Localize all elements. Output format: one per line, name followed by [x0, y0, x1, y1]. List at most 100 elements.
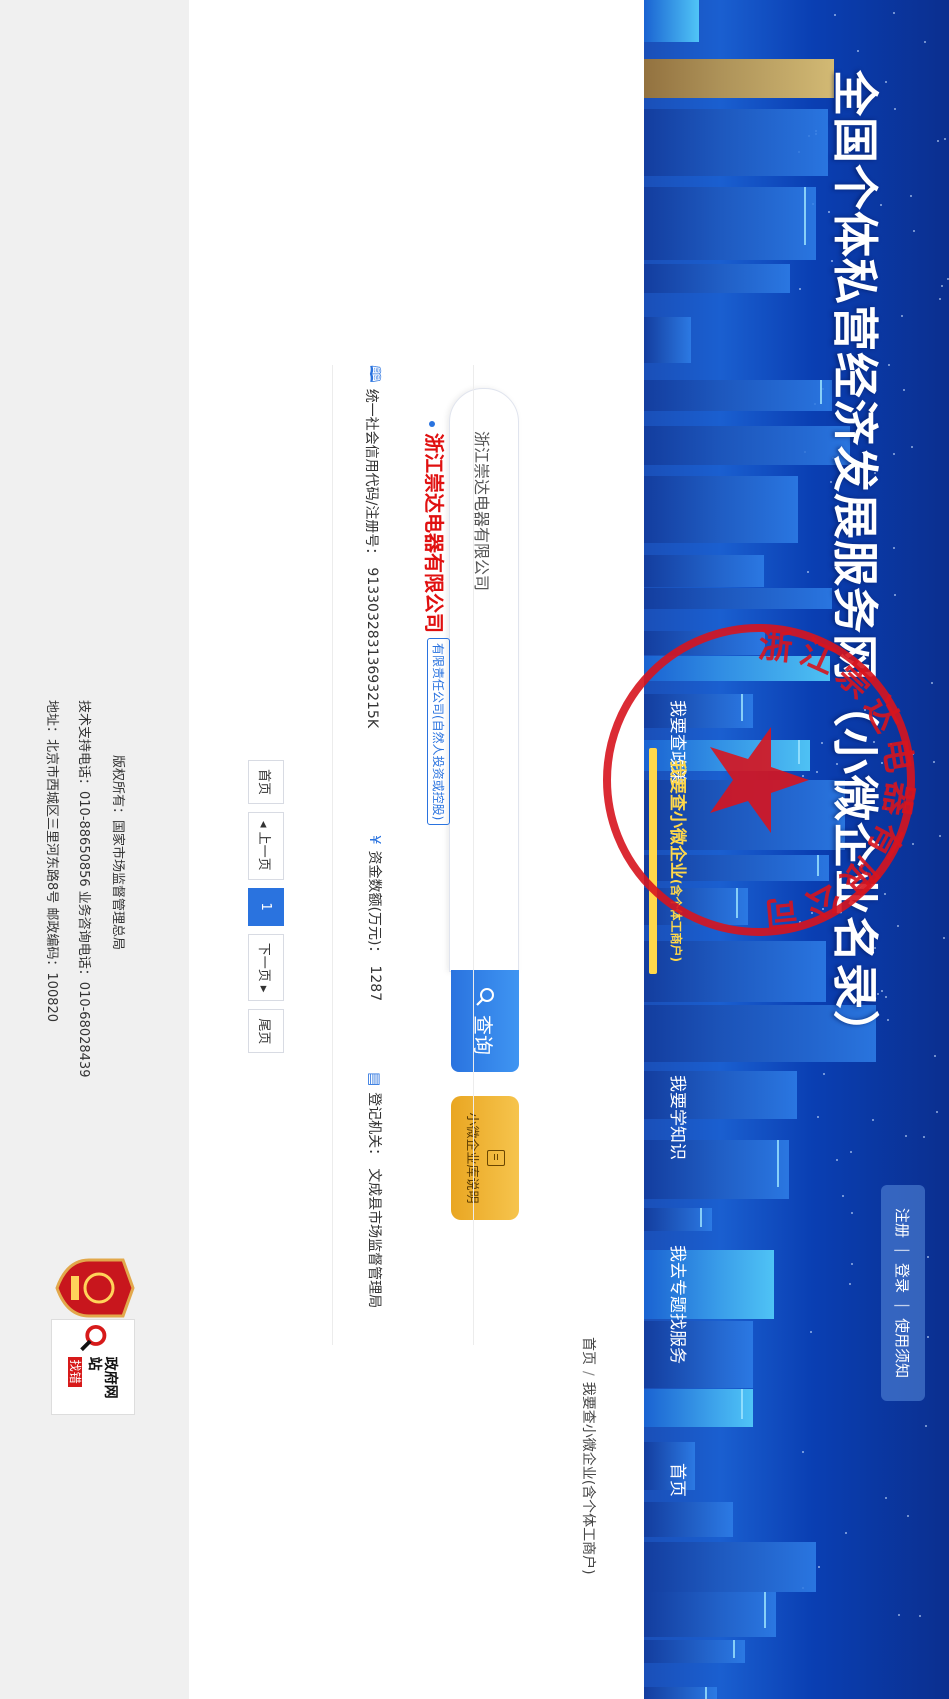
nav-item-topic-service[interactable]: 我去专题找服务 — [657, 1245, 697, 1364]
star-decoration — [884, 1497, 887, 1500]
star-decoration — [845, 1531, 848, 1534]
star-decoration — [849, 1150, 852, 1153]
document-icon — [487, 1150, 506, 1166]
star-decoration — [836, 1159, 839, 1162]
search-icon — [476, 988, 494, 1006]
main-content: 首页/我要查小微企业(含个体工商户) 查询 小微企业库说明 浙江崇达电器有限公司… — [189, 0, 644, 1699]
nav-item-home[interactable]: 首页 — [657, 1463, 697, 1497]
star-decoration — [807, 570, 810, 573]
star-decoration — [901, 314, 904, 317]
breadcrumb: 首页 / 我要查小微企业(含个体工商户) — [579, 1337, 599, 1575]
light-strip-decoration — [820, 379, 822, 405]
credit-code-label: 统一社会信用代码/注册号： — [363, 388, 380, 562]
gov-site-error-report[interactable]: 政府网站 找错 — [51, 1319, 135, 1415]
company-seal-stamp: 浙江崇达电器有限公司 — [603, 624, 919, 936]
login-link[interactable]: 登录 — [893, 1263, 914, 1293]
star-decoration — [923, 41, 926, 44]
star-decoration — [943, 937, 946, 940]
star-decoration — [943, 138, 946, 141]
prev-page-button[interactable]: ◂ 上一页 — [248, 812, 284, 880]
star-decoration — [941, 285, 944, 288]
user-links: 注册 | 登录 | 使用须知 — [881, 1185, 925, 1401]
nav-item-knowledge[interactable]: 我要学知识 — [657, 1075, 697, 1160]
star-decoration — [799, 287, 802, 290]
link-separator: | — [894, 1303, 912, 1309]
light-strip-decoration — [705, 1686, 708, 1699]
star-decoration — [801, 1450, 804, 1453]
star-decoration — [893, 108, 896, 111]
star-decoration — [894, 594, 897, 597]
register-link[interactable]: 注册 — [893, 1208, 914, 1238]
star-decoration — [902, 389, 905, 392]
star-decoration — [904, 1135, 907, 1138]
authority-info: ▤ 登记机关： 文成县市场监督管理局 — [365, 1072, 385, 1308]
star-decoration — [856, 49, 859, 52]
star-decoration — [893, 546, 896, 549]
star-decoration — [935, 1111, 938, 1114]
search-button-label: 查询 — [471, 1015, 496, 1055]
light-strip-decoration — [777, 1140, 780, 1188]
credit-code-value: 91330328313693215K — [364, 567, 381, 729]
star-decoration — [817, 1566, 820, 1569]
star-decoration — [939, 834, 942, 837]
company-type-badge: 有限责任公司(自然人投资或控股) — [427, 638, 450, 826]
web-page: 全国个体私营经济发展服务网（小微企业名录） 注册 | 登录 | 使用须知 首页 … — [0, 0, 949, 1699]
light-strip-decoration — [803, 187, 806, 246]
light-strip-decoration — [741, 1389, 744, 1420]
authority-label: 登记机关： — [366, 1092, 382, 1163]
star-decoration — [898, 1614, 901, 1617]
star-decoration — [809, 1330, 812, 1333]
star-decoration — [925, 1425, 928, 1428]
star-decoration — [933, 761, 936, 764]
footer: 版权所有：国家市场监督管理总局 技术支持电话：010-88650856 业务咨询… — [0, 0, 189, 1699]
breadcrumb-home[interactable]: 首页 — [580, 1337, 596, 1365]
search-result-card: 浙江崇达电器有限公司 有限责任公司(自然人投资或控股) 🕮 统一社会信用代码/注… — [332, 365, 474, 1345]
capital-info: ¥ 资金数额(万元)： 1287 — [365, 835, 385, 1001]
link-separator: | — [894, 1247, 912, 1253]
star-decoration — [893, 11, 896, 14]
star-decoration — [926, 1336, 929, 1339]
magnifier-logo-icon — [80, 1324, 107, 1352]
star-decoration — [833, 14, 836, 17]
capital-value: 1287 — [367, 965, 383, 1002]
star-decoration — [842, 1194, 845, 1197]
party-gov-emblem-icon — [55, 1258, 135, 1318]
company-name-link[interactable]: 浙江崇达电器有限公司 — [421, 421, 450, 633]
star-decoration — [872, 1118, 875, 1121]
next-page-button[interactable]: 下一页 ▸ — [248, 933, 284, 1002]
page-1-button[interactable]: 1 — [248, 887, 284, 926]
star-decoration — [923, 1135, 926, 1138]
star-decoration — [930, 681, 933, 684]
last-page-button[interactable]: 尾页 — [248, 1009, 284, 1054]
star-decoration — [850, 1263, 853, 1266]
money-icon: ¥ — [366, 835, 384, 845]
footer-address: 地址：北京市西城区三里河东路8号 邮政编码：100820 — [44, 700, 59, 1023]
footer-copyright: 版权所有：国家市场监督管理总局 — [110, 755, 125, 951]
authority-value: 文成县市场监督管理局 — [366, 1168, 382, 1309]
light-strip-decoration — [700, 1208, 703, 1227]
star-decoration — [913, 229, 916, 232]
light-strip-decoration — [763, 1592, 766, 1629]
book-icon: 🕮 — [366, 365, 384, 383]
gov-site-label: 政府网站 — [85, 1356, 119, 1399]
breadcrumb-current: 我要查小微企业(含个体工商户) — [580, 1381, 596, 1575]
first-page-button[interactable]: 首页 — [248, 760, 284, 805]
footer-support-phone: 技术支持电话：010-88650856 业务咨询电话：010-68028439 — [76, 700, 91, 1078]
star-decoration — [927, 1255, 930, 1258]
screenshot-stage: 全国个体私营经济发展服务网（小微企业名录） 注册 | 登录 | 使用须知 首页 … — [0, 0, 949, 1699]
credit-code-info: 🕮 统一社会信用代码/注册号： 91330328313693215K — [360, 365, 385, 728]
star-decoration — [939, 297, 942, 300]
star-decoration — [851, 1211, 854, 1214]
star-decoration — [907, 1514, 910, 1517]
star-decoration — [918, 1615, 921, 1618]
star-decoration — [936, 140, 939, 143]
star-decoration — [822, 1073, 825, 1076]
star-decoration — [934, 1054, 937, 1057]
find-error-label: 找错 — [67, 1356, 82, 1387]
capital-label: 资金数额(万元)： — [366, 850, 382, 960]
light-strip-decoration — [733, 1639, 736, 1658]
star-decoration — [893, 452, 896, 455]
star-decoration — [911, 446, 914, 449]
breadcrumb-separator: / — [580, 1371, 596, 1376]
help-link[interactable]: 使用须知 — [893, 1318, 914, 1378]
